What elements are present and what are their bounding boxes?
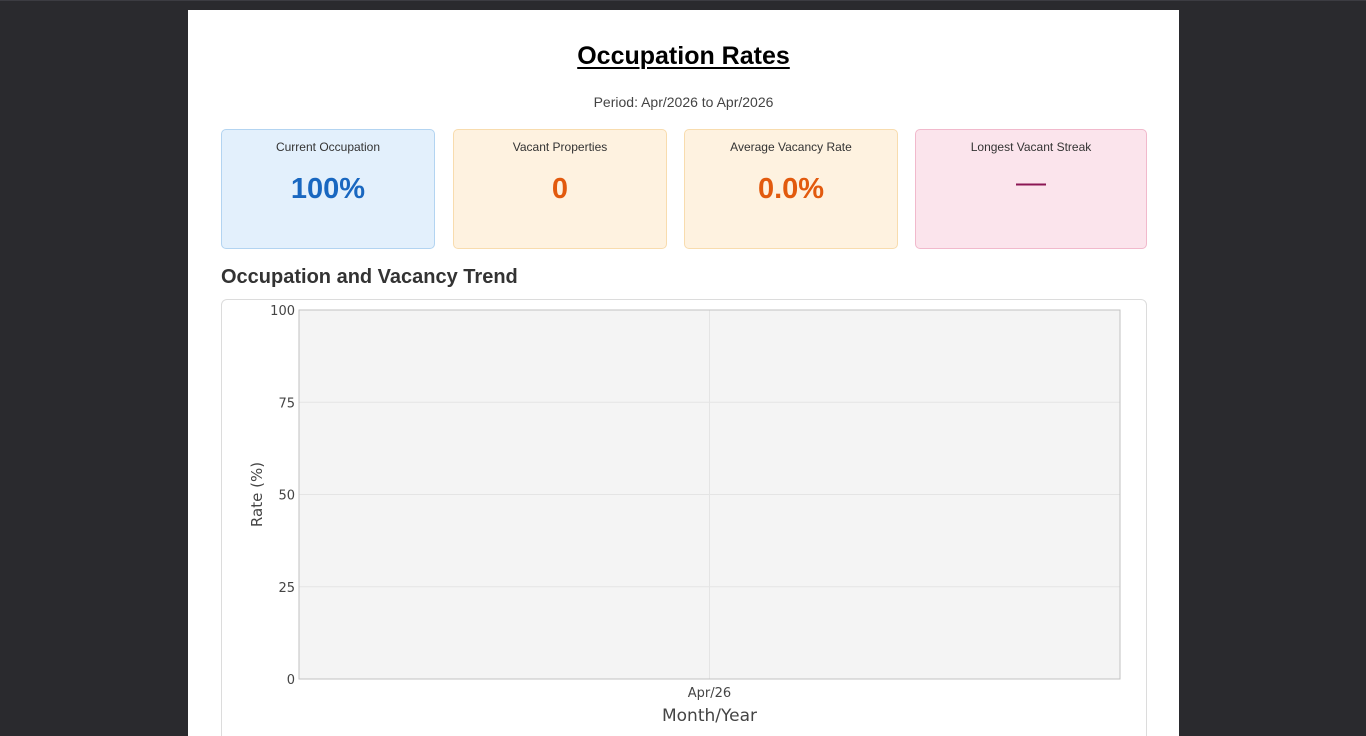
page-title: Occupation Rates [577, 42, 790, 70]
y-tick-label: 0 [287, 673, 295, 688]
card-vacant-properties: Vacant Properties 0 [453, 129, 667, 249]
card-current-occupation: Current Occupation 100% [221, 129, 435, 249]
card-value: — [1016, 166, 1046, 199]
card-value: 0.0% [757, 173, 825, 205]
y-tick-label: 100 [270, 304, 295, 319]
chart-container: 0 25 50 75 100 Apr/26 Month/Year Rate (%) [221, 299, 1147, 736]
card-label: Longest Vacant Streak [970, 140, 1092, 154]
y-tick-label: 50 [278, 489, 295, 504]
period-label: Period: Apr/2026 to Apr/2026 [593, 94, 774, 110]
card-label: Average Vacancy Rate [730, 140, 852, 154]
trend-chart: 0 25 50 75 100 Apr/26 Month/Year Rate (%) [248, 304, 1121, 726]
report-page: Occupation Rates Period: Apr/2026 to Apr… [188, 10, 1179, 736]
y-tick-label: 75 [278, 396, 295, 411]
card-label: Vacant Properties [512, 140, 608, 154]
card-label: Current Occupation [275, 140, 381, 154]
y-axis-label: Rate (%) [248, 462, 266, 527]
card-longest-vacant-streak: Longest Vacant Streak — [915, 129, 1147, 249]
card-value: 100% [290, 173, 366, 205]
x-axis-label: Month/Year [662, 706, 757, 726]
window-top-border [0, 0, 1366, 1]
section-title: Occupation and Vacancy Trend [221, 266, 518, 288]
card-value: 0 [551, 173, 569, 205]
x-tick-label: Apr/26 [688, 686, 731, 701]
card-average-vacancy-rate: Average Vacancy Rate 0.0% [684, 129, 898, 249]
y-tick-label: 25 [278, 581, 295, 596]
